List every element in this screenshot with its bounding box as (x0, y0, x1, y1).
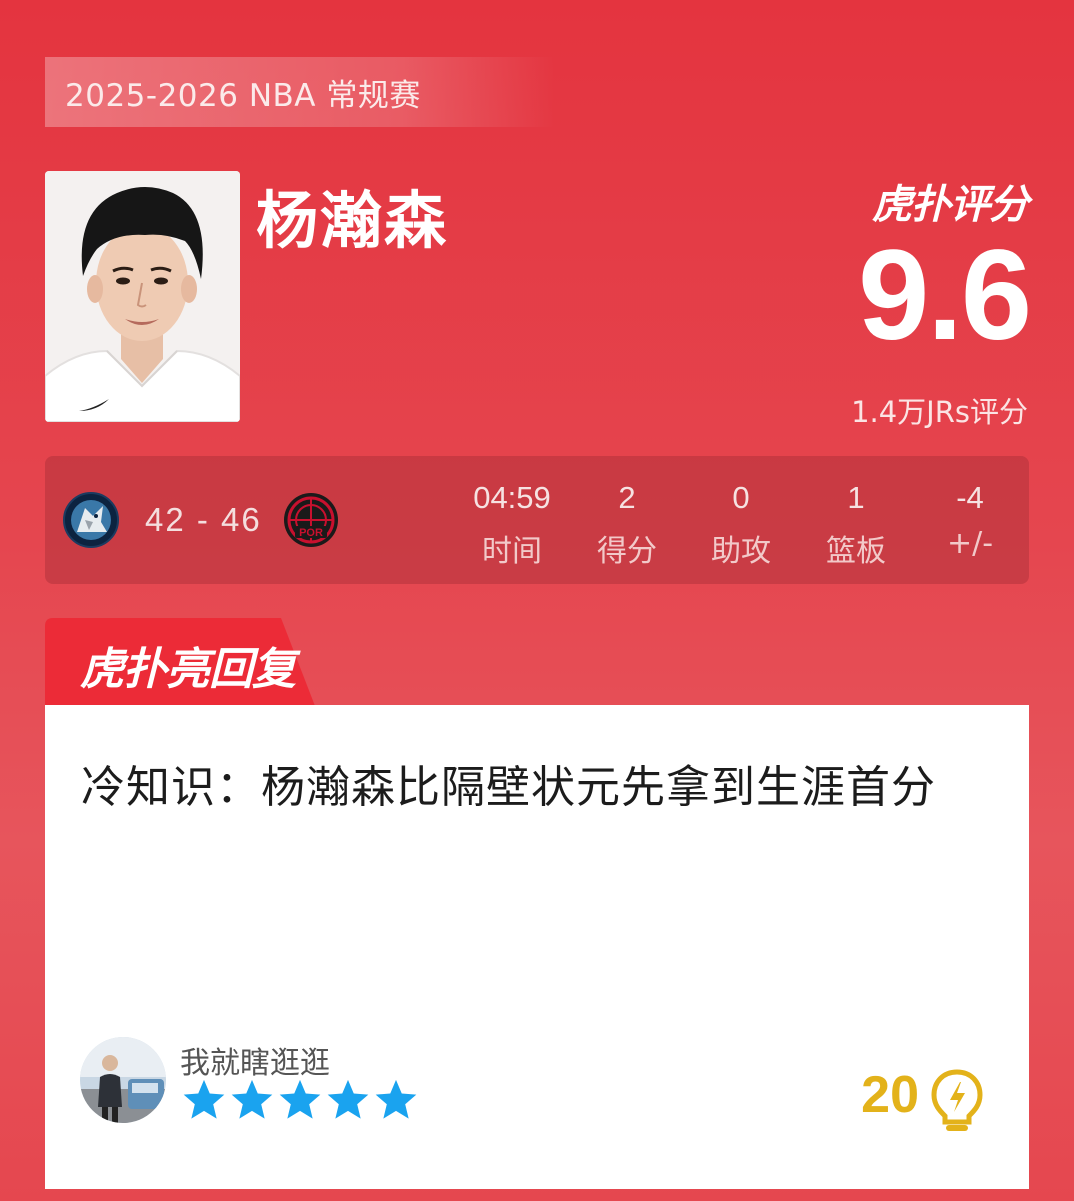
game-score: 42 - 46 (145, 501, 262, 538)
stat-label: 得分 (597, 534, 657, 569)
blazers-abbr: POR (299, 527, 323, 539)
stat-label: 助攻 (711, 534, 771, 569)
user-rating-stars (181, 1077, 419, 1123)
stat-label: 时间 (482, 534, 542, 569)
stat-value: 2 (618, 480, 636, 515)
star-icon (375, 1079, 417, 1119)
star-icon (327, 1079, 369, 1119)
stat-label: +/- (946, 526, 994, 561)
stat-minutes: 04:59 时间 (457, 480, 567, 570)
game-stat-bar[interactable]: 42 - 46 POR 04:59 时间 2 得分 0 助攻 1 篮板 -4 +… (45, 456, 1029, 584)
stat-rebounds: 1 篮板 (801, 480, 911, 570)
stat-label: 篮板 (826, 534, 886, 569)
star-icon (279, 1079, 321, 1119)
season-label: 2025-2026 NBA 常规赛 (45, 57, 555, 127)
avatar[interactable] (80, 1037, 166, 1123)
stat-assists: 0 助攻 (686, 480, 796, 570)
hupu-rating-brand: 虎扑评分 (872, 182, 1029, 228)
stat-value: 04:59 (473, 480, 551, 515)
lightbulb-icon[interactable] (929, 1068, 985, 1134)
username[interactable]: 我就瞎逛逛 (180, 1038, 330, 1082)
stat-value: -4 (956, 480, 984, 515)
highlight-reply-card[interactable]: 冷知识：杨瀚森比隔壁状元先拿到生涯首分 我就瞎逛逛 20 (45, 705, 1029, 1189)
star-icon (231, 1079, 273, 1119)
star-icon (183, 1079, 225, 1119)
like-count: 20 (861, 1066, 919, 1124)
reply-tab-label: 虎扑亮回复 (80, 644, 296, 695)
stat-plus-minus: -4 +/- (915, 480, 1025, 561)
timberwolves-logo (63, 492, 119, 548)
blazers-logo: POR (283, 492, 339, 548)
rating-score: 9.6 (858, 224, 1032, 367)
stat-points: 2 得分 (572, 480, 682, 570)
stat-value: 1 (847, 480, 865, 515)
player-photo (45, 171, 240, 422)
player-name: 杨瀚森 (256, 184, 449, 257)
rating-votes[interactable]: 1.4万JRs评分 (851, 389, 1028, 431)
reply-text: 冷知识：杨瀚森比隔壁状元先拿到生涯首分 (81, 762, 936, 813)
stat-value: 0 (732, 480, 750, 515)
